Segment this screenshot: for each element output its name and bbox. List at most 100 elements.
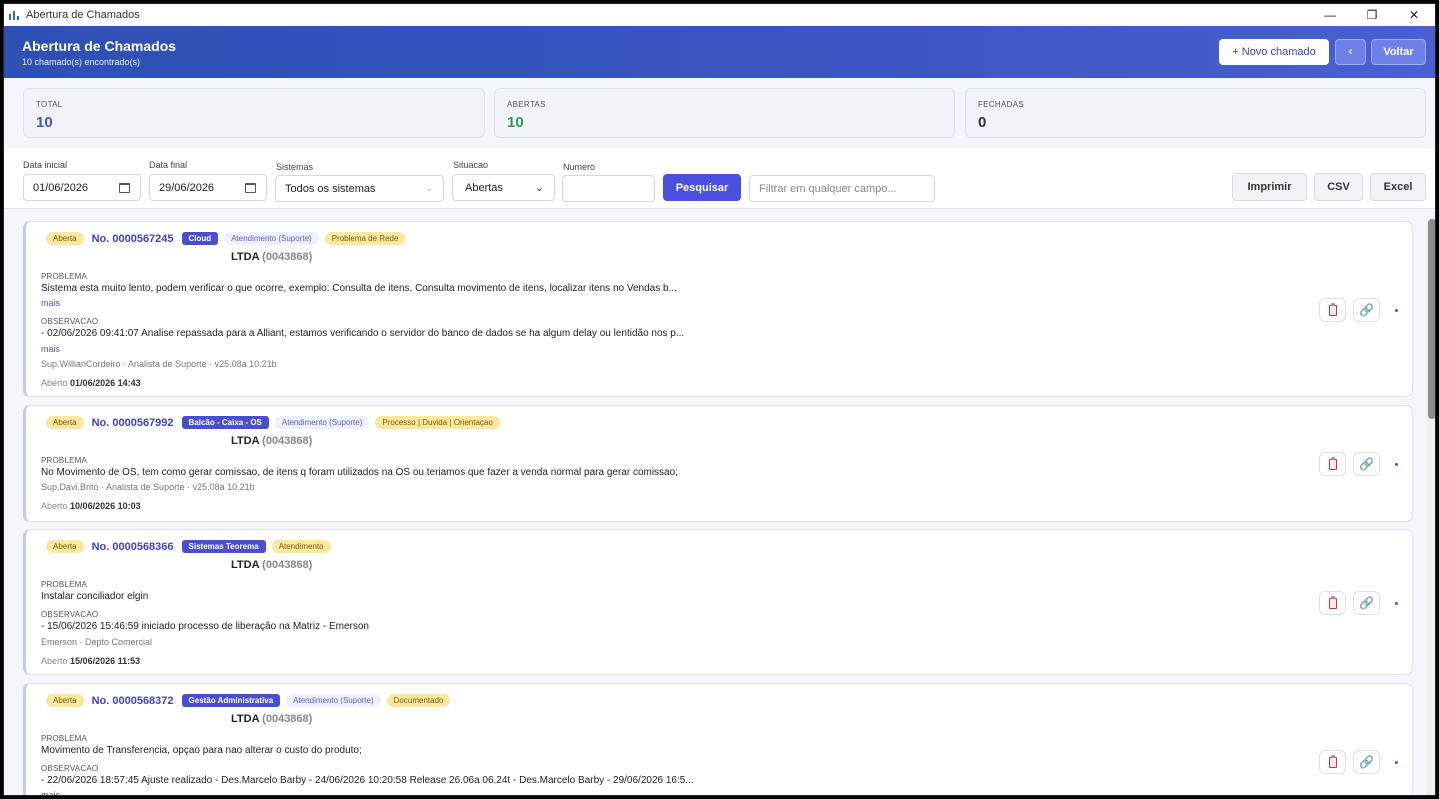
app-chart-icon (8, 9, 20, 21)
more-link[interactable]: mais (41, 344, 60, 354)
title-bar: Abertura de Chamados — ❐ ✕ (4, 4, 1435, 26)
stat-fechadas-label: FECHADAS (978, 100, 1024, 109)
page-title: Abertura de Chamados (22, 38, 177, 54)
status-badge: Aberta (46, 232, 84, 245)
end-date-input[interactable]: 29/06/2026 (149, 174, 267, 201)
opened-value: 01/06/2026 14:43 (70, 378, 141, 388)
system-badge: Balcão - Caixa - OS (181, 416, 269, 429)
ticket-number[interactable]: No. 0000567245 (92, 233, 174, 245)
observation-label: OBSERVACAO (41, 610, 99, 619)
opened-value: 10/06/2026 10:03 (70, 501, 141, 511)
problem-text: Sistema esta muito lento, podem verifica… (41, 283, 677, 294)
service-badge: Atendimento (Suporte) (274, 416, 370, 429)
type-badge: Problema de Rede (324, 232, 406, 245)
expand-dot-icon[interactable] (1395, 463, 1398, 466)
filter-input[interactable]: Filtrar em qualquer campo... (749, 175, 935, 202)
stat-fechadas-value: 0 (978, 114, 987, 131)
print-button[interactable]: Imprimir (1232, 173, 1307, 201)
observation-text: - 02/06/2026 09:41:07 Analise repassada … (41, 328, 685, 339)
opened-label: Aberto (41, 656, 68, 666)
company-name: LTDA (0043868) (231, 559, 312, 571)
number-label: Numero (563, 162, 596, 172)
result-count: 10 chamado(s) encontrado(s) (22, 57, 141, 67)
type-badge: Documentado (386, 694, 451, 707)
new-ticket-button[interactable]: + Novo chamado (1219, 39, 1329, 65)
stat-total-value: 10 (36, 114, 53, 131)
chevron-left-button[interactable]: ‹ (1335, 39, 1366, 65)
company-code: (0043868) (262, 713, 313, 725)
type-badge: Atendimento (271, 540, 331, 553)
link-button[interactable]: 🔗 (1353, 750, 1380, 774)
observation-label: OBSERVACAO (41, 764, 99, 773)
number-input[interactable] (562, 175, 655, 202)
link-button[interactable]: 🔗 (1353, 591, 1380, 615)
expand-dot-icon[interactable] (1395, 602, 1398, 605)
csv-button[interactable]: CSV (1314, 173, 1363, 201)
link-icon: 🔗 (1359, 596, 1374, 610)
clipboard-button[interactable] (1319, 750, 1346, 774)
systems-label: Sistemas (276, 162, 314, 172)
calendar-icon[interactable] (245, 183, 256, 193)
opened-date: Aberto 10/06/2026 10:03 (41, 501, 141, 511)
page-header: Abertura de Chamados 10 chamado(s) encon… (4, 26, 1435, 78)
stat-abertas: ABERTAS 10 (494, 88, 955, 138)
stat-abertas-value: 10 (507, 114, 524, 131)
type-badge: Processo | Duvida | Orientaçao (375, 416, 500, 429)
stat-fechadas: FECHADAS 0 (965, 88, 1426, 138)
ticket-card[interactable]: Aberta No. 0000568372 Gestão Administrat… (23, 683, 1413, 795)
company-label: LTDA (231, 251, 260, 263)
calendar-icon[interactable] (119, 183, 130, 193)
status-label: Situacao (453, 160, 489, 170)
restore-button[interactable]: ❐ (1351, 4, 1393, 26)
company-name: LTDA (0043868) (231, 435, 312, 447)
systems-select[interactable]: Todos os sistemas ⌄ (275, 175, 444, 202)
link-button[interactable]: 🔗 (1353, 452, 1380, 476)
status-value: Abertas (465, 181, 503, 194)
status-badge: Aberta (46, 694, 84, 707)
ticket-card[interactable]: Aberta No. 0000568366 Sistemas Teorema A… (23, 529, 1413, 675)
stat-total: TOTAL 10 (23, 88, 485, 138)
minimize-button[interactable]: — (1309, 4, 1351, 26)
back-button[interactable]: Voltar (1371, 39, 1426, 65)
expand-dot-icon[interactable] (1395, 761, 1398, 764)
company-label: LTDA (231, 435, 260, 447)
ticket-number[interactable]: No. 0000568366 (92, 541, 174, 553)
author-meta: Emerson · Depto Comercial (41, 637, 153, 647)
close-button[interactable]: ✕ (1393, 4, 1435, 26)
opened-label: Aberto (41, 501, 68, 511)
start-date-input[interactable]: 01/06/2026 (23, 174, 141, 201)
service-badge: Atendimento (Suporte) (286, 694, 381, 707)
chevron-down-icon: ⌄ (425, 183, 433, 193)
company-label: LTDA (231, 559, 260, 571)
ticket-list: Aberta No. 0000567245 Cloud Atendimento … (4, 216, 1435, 795)
expand-dot-icon[interactable] (1395, 309, 1398, 312)
company-name: LTDA (0043868) (231, 713, 312, 725)
more-link[interactable]: mais (41, 790, 60, 795)
link-button[interactable]: 🔗 (1353, 298, 1380, 322)
excel-button[interactable]: Excel (1370, 173, 1426, 201)
service-badge: Atendimento (Suporte) (224, 232, 319, 245)
search-button[interactable]: Pesquisar (663, 174, 741, 201)
ticket-card[interactable]: Aberta No. 0000567245 Cloud Atendimento … (23, 221, 1413, 397)
status-select[interactable]: Abertas ⌄ (452, 174, 555, 201)
filter-bar: Data inicial 01/06/2026 Data final 29/06… (4, 149, 1435, 209)
status-badge: Aberta (46, 540, 84, 553)
opened-label: Aberto (41, 378, 68, 388)
filter-placeholder: Filtrar em qualquer campo... (759, 182, 897, 195)
clipboard-button[interactable] (1319, 298, 1346, 322)
company-name: LTDA (0043868) (231, 251, 312, 263)
company-code: (0043868) (262, 435, 313, 447)
observation-text: - 22/06/2026 18:57:45 Ajuste realizado -… (41, 775, 694, 786)
clipboard-button[interactable] (1319, 591, 1346, 615)
ticket-number[interactable]: No. 0000568372 (92, 695, 174, 707)
clipboard-button[interactable] (1319, 452, 1346, 476)
company-label: LTDA (231, 713, 260, 725)
author-meta: Sup.WillianCordeiro · Analista de Suport… (41, 359, 277, 369)
end-date-label: Data final (149, 160, 188, 170)
ticket-card[interactable]: Aberta No. 0000567992 Balcão - Caixa - O… (23, 405, 1413, 522)
problem-label: PROBLEMA (41, 734, 88, 743)
more-link[interactable]: mais (41, 298, 60, 308)
ticket-number[interactable]: No. 0000567992 (92, 417, 174, 429)
clipboard-icon (1328, 754, 1337, 768)
problem-label: PROBLEMA (41, 272, 88, 281)
